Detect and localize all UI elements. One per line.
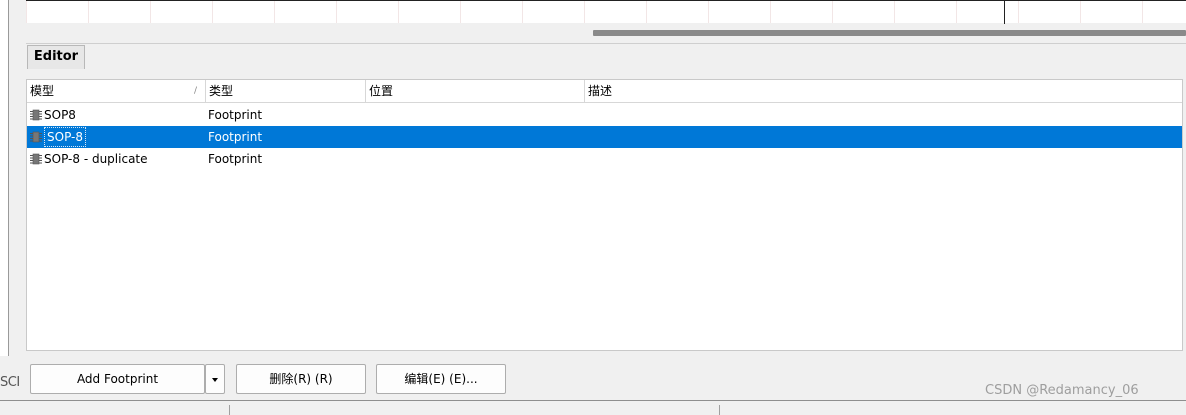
cell-model: SOP-8 - duplicate	[29, 148, 206, 170]
cell-type: Footprint	[208, 108, 263, 122]
watermark: CSDN @Redamancy_06	[985, 383, 1139, 398]
status-bar	[0, 400, 1186, 415]
column-header-label: 模型	[30, 84, 55, 98]
footprint-chip-icon	[29, 152, 43, 166]
status-bar-divider	[229, 405, 230, 415]
table-row[interactable]: SOP-8 - duplicate Footprint	[27, 148, 1182, 170]
cell-type: Footprint	[208, 152, 263, 166]
canvas-cursor-line	[1004, 1, 1005, 24]
cell-model: SOP8	[29, 104, 206, 126]
left-panel-label: SCI	[0, 375, 20, 390]
pcb-canvas[interactable]	[26, 0, 1186, 24]
footprint-chip-icon	[29, 130, 43, 144]
footprint-chip-icon	[29, 108, 43, 122]
edit-button[interactable]: 编辑(E) (E)...	[376, 364, 506, 394]
column-header-model[interactable]: 模型 /	[27, 80, 206, 102]
left-panel-edge[interactable]	[0, 0, 9, 356]
model-table: 模型 / 类型 位置 描述 SOP8 Footprint SOP-8 Footp…	[26, 79, 1183, 351]
panel-separator	[26, 43, 1186, 44]
column-header-description[interactable]: 描述	[585, 80, 1182, 102]
table-header: 模型 / 类型 位置 描述	[27, 80, 1182, 103]
left-panel-strip: SCI	[0, 0, 22, 415]
table-row[interactable]: SOP8 Footprint	[27, 104, 1182, 126]
column-header-location[interactable]: 位置	[366, 80, 585, 102]
model-name: SOP-8 - duplicate	[44, 152, 148, 166]
status-bar-divider	[719, 405, 720, 415]
model-name: SOP-8	[44, 127, 86, 147]
add-footprint-dropdown-button[interactable]	[205, 364, 225, 394]
tab-editor[interactable]: Editor	[27, 45, 85, 69]
model-name: SOP8	[44, 108, 76, 122]
add-footprint-button[interactable]: Add Footprint	[30, 364, 205, 394]
cell-model: SOP-8	[29, 126, 206, 148]
delete-button[interactable]: 删除(R) (R)	[236, 364, 366, 394]
table-row-selected[interactable]: SOP-8 Footprint	[27, 126, 1182, 148]
column-header-type[interactable]: 类型	[206, 80, 366, 102]
chevron-down-icon	[212, 377, 218, 382]
cell-type: Footprint	[208, 130, 263, 144]
sort-indicator-icon: /	[193, 86, 197, 96]
horizontal-scrollbar[interactable]	[593, 30, 1186, 36]
